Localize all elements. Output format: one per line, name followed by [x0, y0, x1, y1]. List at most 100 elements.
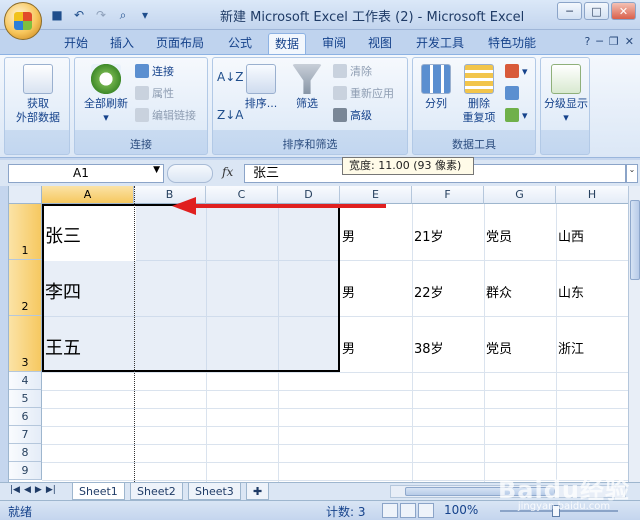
- vertical-scroll-thumb[interactable]: [630, 200, 640, 280]
- tab-formulas[interactable]: 公式: [222, 33, 258, 54]
- row-header-9[interactable]: 9: [9, 462, 42, 480]
- first-sheet-icon[interactable]: |◀: [10, 485, 20, 495]
- remove-duplicates-button[interactable]: 删除 重复项: [457, 64, 501, 125]
- cell-a1[interactable]: 张三: [45, 222, 81, 248]
- row-header-5[interactable]: 5: [9, 390, 42, 408]
- what-if-button[interactable]: ▾: [505, 106, 528, 124]
- row-header-2[interactable]: 2: [9, 260, 42, 316]
- get-external-data-button[interactable]: 获取 外部数据: [9, 64, 67, 125]
- cell-g1[interactable]: 党员: [486, 226, 512, 245]
- consolidate-button[interactable]: [505, 84, 519, 102]
- gridline: [42, 462, 628, 463]
- normal-view-icon[interactable]: [382, 503, 398, 518]
- page-break-view-icon[interactable]: [418, 503, 434, 518]
- cell-e3[interactable]: 男: [342, 338, 355, 357]
- sort-asc-button[interactable]: A↓Z: [217, 68, 243, 86]
- minimize-button[interactable]: ─: [557, 2, 582, 20]
- tab-page-layout[interactable]: 页面布局: [150, 33, 210, 54]
- refresh-icon: [91, 64, 121, 94]
- prev-sheet-icon[interactable]: ◀: [24, 485, 31, 495]
- page-layout-view-icon[interactable]: [400, 503, 416, 518]
- doc-minimize-button[interactable]: ─: [596, 35, 603, 48]
- row-header-7[interactable]: 7: [9, 426, 42, 444]
- group-data-tools: 分列 删除 重复项 ▾ ▾ 数据工具: [412, 57, 536, 155]
- tab-insert[interactable]: 插入: [104, 33, 140, 54]
- clear-icon: [333, 64, 347, 78]
- filter-button[interactable]: 筛选: [285, 64, 329, 111]
- col-header-a[interactable]: A: [42, 186, 134, 204]
- col-header-f[interactable]: F: [412, 186, 484, 204]
- remove-duplicates-icon: [464, 64, 494, 94]
- maximize-button[interactable]: □: [584, 2, 609, 20]
- row-header-6[interactable]: 6: [9, 408, 42, 426]
- name-box[interactable]: A1 ▼: [8, 164, 164, 183]
- zoom-level[interactable]: 100%: [444, 503, 478, 517]
- advanced-button[interactable]: 高级: [333, 106, 372, 124]
- clear-button: 清除: [333, 62, 372, 80]
- formula-expand-button[interactable]: [167, 164, 213, 183]
- sheet-tab-sheet2[interactable]: Sheet2: [130, 483, 183, 500]
- cell-g3[interactable]: 党员: [486, 338, 512, 357]
- tab-data[interactable]: 数据: [268, 33, 307, 54]
- text-to-columns-button[interactable]: 分列: [415, 64, 457, 111]
- redo-icon[interactable]: ↷: [92, 6, 110, 24]
- formula-bar-expand-icon[interactable]: ⌄: [626, 164, 638, 183]
- sheet-tab-sheet1[interactable]: Sheet1: [72, 483, 125, 500]
- connections-button[interactable]: 连接: [135, 62, 174, 80]
- cell-h3[interactable]: 浙江: [558, 338, 584, 357]
- gridline: [42, 372, 628, 373]
- group-sort-filter-label: 排序和筛选: [282, 138, 338, 151]
- data-validation-button[interactable]: ▾: [505, 62, 528, 80]
- cell-a2[interactable]: 李四: [45, 278, 81, 304]
- row-header-1[interactable]: 1: [9, 204, 42, 260]
- arrow-head: [172, 197, 196, 215]
- outline-button[interactable]: 分级显示 ▾: [541, 64, 591, 125]
- select-all-corner[interactable]: [9, 186, 42, 204]
- cell-f2[interactable]: 22岁: [414, 282, 444, 301]
- cell-g2[interactable]: 群众: [486, 282, 512, 301]
- cell-f1[interactable]: 21岁: [414, 226, 444, 245]
- insert-function-icon[interactable]: fx: [222, 165, 233, 179]
- doc-close-button[interactable]: ✕: [625, 35, 634, 48]
- sort-button[interactable]: 排序...: [241, 64, 281, 111]
- save-icon[interactable]: ■: [48, 6, 66, 24]
- cell-h1[interactable]: 山西: [558, 226, 584, 245]
- tab-home[interactable]: 开始: [58, 33, 94, 54]
- row-header-3[interactable]: 3: [9, 316, 42, 372]
- next-sheet-icon[interactable]: ▶: [35, 485, 42, 495]
- insert-sheet-icon[interactable]: ✚: [246, 483, 270, 500]
- name-box-dropdown-icon[interactable]: ▼: [153, 165, 160, 175]
- last-sheet-icon[interactable]: ▶|: [46, 485, 56, 495]
- drag-direction-arrow: [172, 197, 386, 215]
- col-header-g[interactable]: G: [484, 186, 556, 204]
- refresh-all-button[interactable]: 全部刷新 ▾: [77, 64, 135, 125]
- vertical-scrollbar[interactable]: [628, 186, 640, 482]
- cell-h2[interactable]: 山东: [558, 282, 584, 301]
- sort-desc-button[interactable]: Z↓A: [217, 106, 243, 124]
- help-icon[interactable]: ?: [584, 35, 590, 48]
- gridline: [412, 204, 413, 482]
- gridline: [42, 426, 628, 427]
- cell-e1[interactable]: 男: [342, 226, 355, 245]
- row-header-8[interactable]: 8: [9, 444, 42, 462]
- tab-view[interactable]: 视图: [362, 33, 398, 54]
- sheet-tab-sheet3[interactable]: Sheet3: [188, 483, 241, 500]
- tab-special-features[interactable]: 特色功能: [482, 33, 542, 54]
- selected-range[interactable]: [42, 204, 340, 372]
- status-count: 计数: 3: [326, 505, 366, 519]
- tab-review[interactable]: 审阅: [316, 33, 352, 54]
- qat-dropdown-icon[interactable]: ▾: [136, 6, 154, 24]
- worksheet-grid[interactable]: A B C D E F G H 1 2 3 4 5 6 7 8 9 张三 李四 …: [8, 186, 628, 482]
- row-header-4[interactable]: 4: [9, 372, 42, 390]
- undo-icon[interactable]: ↶: [70, 6, 88, 24]
- cell-a3[interactable]: 王五: [45, 334, 81, 360]
- print-preview-icon[interactable]: ⌕: [114, 6, 132, 24]
- cell-f3[interactable]: 38岁: [414, 338, 444, 357]
- col-header-h[interactable]: H: [556, 186, 628, 204]
- office-button[interactable]: [4, 2, 42, 40]
- close-button[interactable]: ✕: [611, 2, 636, 20]
- cell-e2[interactable]: 男: [342, 282, 355, 301]
- tab-developer[interactable]: 开发工具: [410, 33, 470, 54]
- doc-restore-button[interactable]: ❐: [609, 35, 619, 48]
- group-outline: 分级显示 ▾: [540, 57, 590, 155]
